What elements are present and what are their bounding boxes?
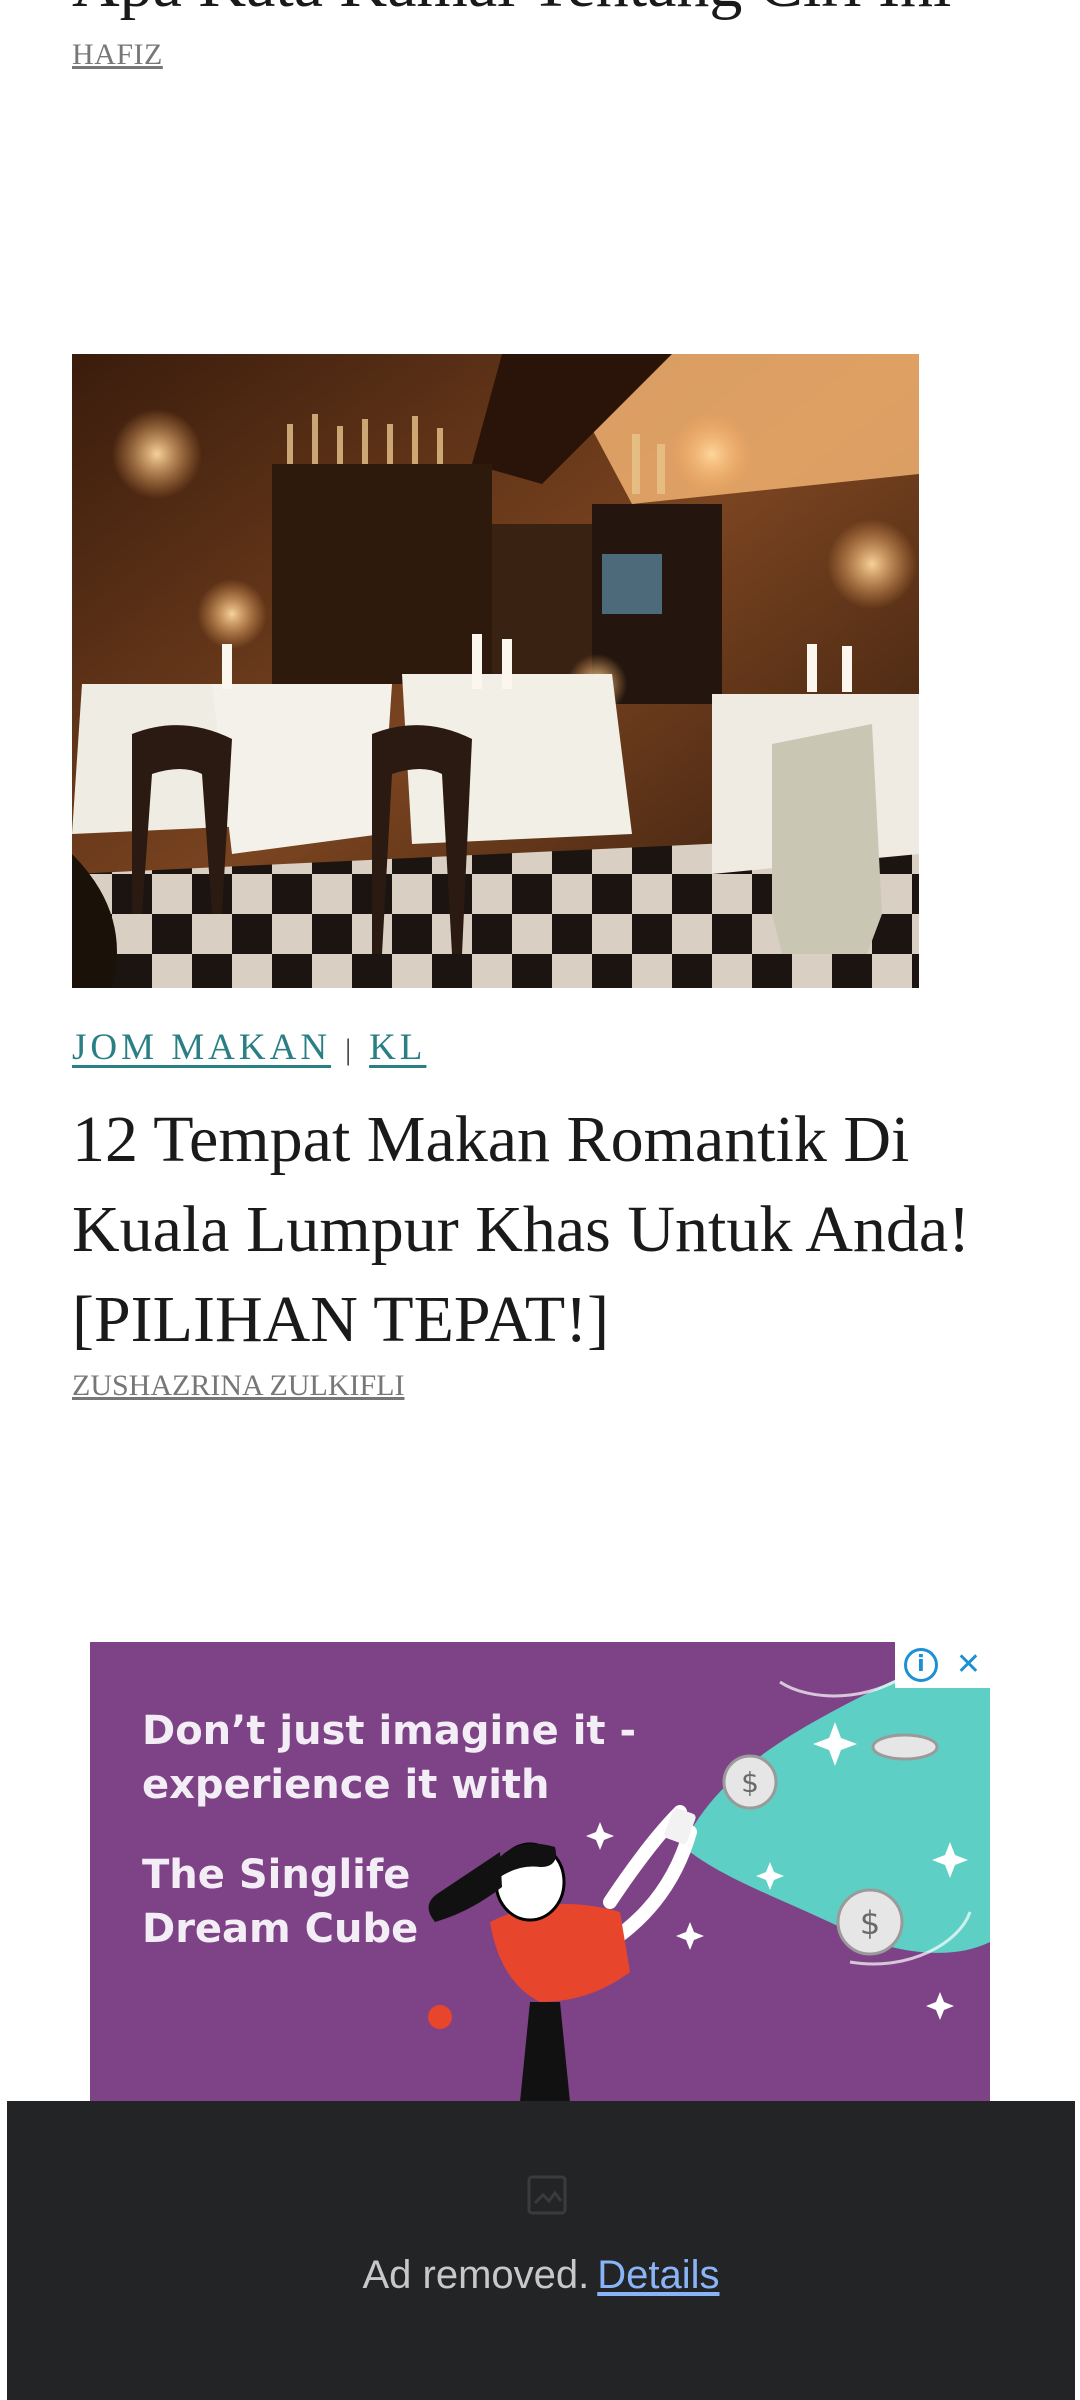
info-icon[interactable]: i <box>903 1648 938 1682</box>
article-categories: JOM MAKAN | KL <box>72 1026 1022 1069</box>
article-author-link[interactable]: ZUSHAZRINA ZULKIFLI <box>72 1369 404 1403</box>
category-separator: | <box>345 1033 356 1066</box>
ad-product-name: The Singlife Dream Cube <box>142 1852 419 1952</box>
article-card: JOM MAKAN | KL 12 Tempat Makan Romantik Di… <box>72 354 1022 1403</box>
svg-text:$: $ <box>860 1904 880 1942</box>
article-card-top: Apa Kata Kamal Tentang Ciri Ini HAFIZ <box>72 0 1012 72</box>
article-title[interactable]: 12 Tempat Makan Romantik Di Kuala Lumpur… <box>72 1095 1022 1365</box>
details-link[interactable]: Details <box>597 2253 719 2297</box>
ad-headline: Don’t just imagine it - experience it wi… <box>142 1708 637 1808</box>
article-title[interactable]: Apa Kata Kamal Tentang Ciri Ini <box>72 0 1012 30</box>
article-author-link[interactable]: HAFIZ <box>72 38 163 72</box>
ad-banner[interactable]: $ $ Don’t just imagine it - experience i… <box>90 1642 990 2102</box>
article-thumbnail[interactable] <box>72 354 919 988</box>
category-link-kl[interactable]: KL <box>369 1027 426 1068</box>
close-icon[interactable]: ✕ <box>956 1650 981 1680</box>
ad-removed-panel: Ad removed. Details <box>7 2101 1075 2400</box>
ad-removed-text: Ad removed. <box>362 2253 590 2297</box>
svg-text:$: $ <box>741 1766 759 1799</box>
broken-image-icon <box>527 2175 567 2215</box>
ad-removed-message: Ad removed. Details <box>7 2253 1075 2298</box>
ad-choices: i ✕ <box>895 1642 990 1688</box>
category-link-jom-makan[interactable]: JOM MAKAN <box>72 1027 331 1068</box>
